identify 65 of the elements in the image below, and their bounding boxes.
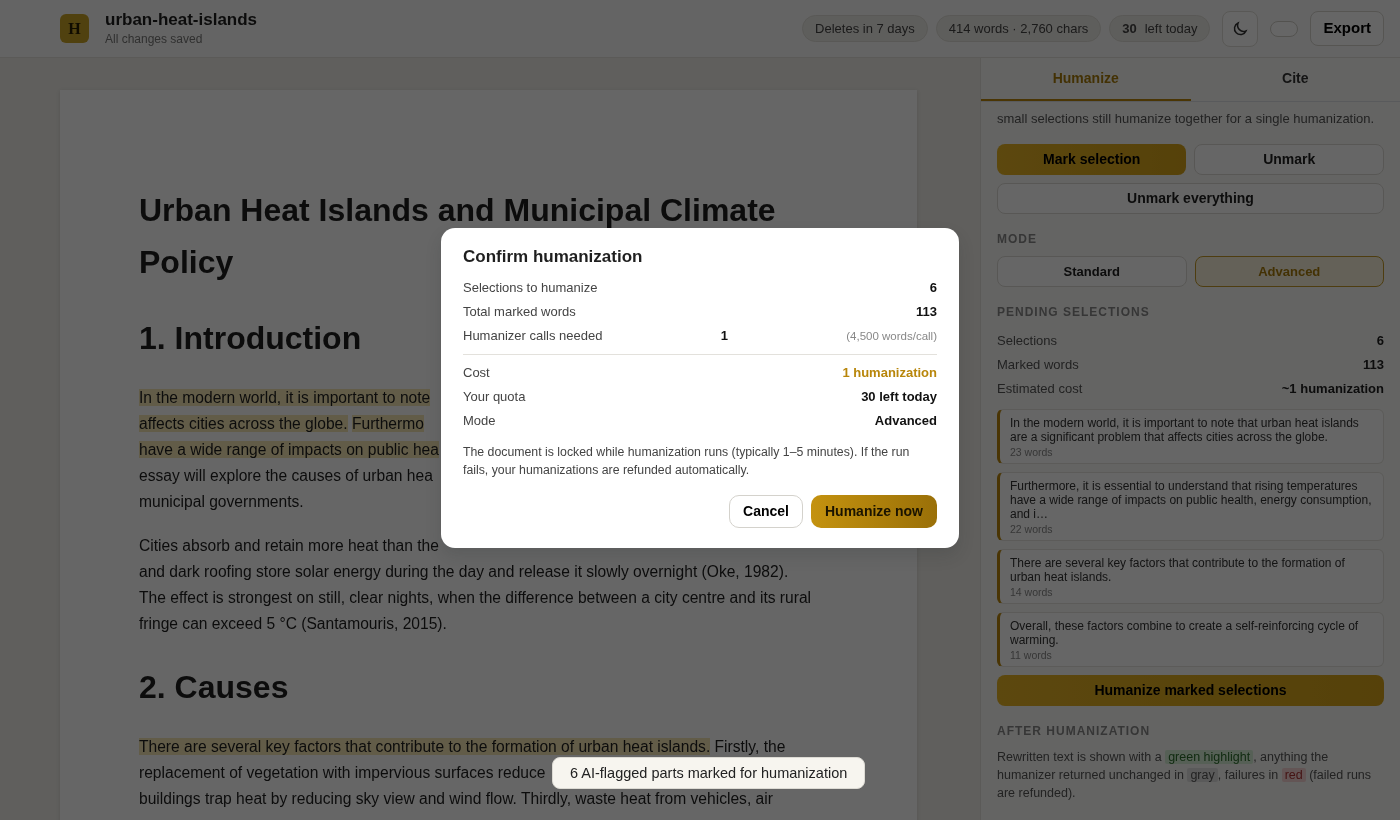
sidebar-tab[interactable]: Humanize	[981, 58, 1191, 101]
theme-toggle-button[interactable]	[1222, 10, 1259, 47]
body-text: The effect is strongest on still, clear nights, when the difference between a city centre and its rural	[139, 589, 812, 606]
body-text: essay will explore the causes of urban hea	[139, 467, 433, 484]
humanize-now-button[interactable]: Humanize now	[811, 495, 937, 528]
selection-text: Furthermore, it is essential to understand that rising temperatures have a wide range of impacts on public health, energy consumption, and i…	[1010, 479, 1373, 521]
body-text: buildings trap heat by reducing sky view and wind flow.	[139, 790, 517, 807]
dialog-value: 1 humanization	[842, 364, 937, 382]
mode-option[interactable]: Advanced	[1194, 256, 1384, 287]
unmark-button[interactable]: Unmark	[1194, 144, 1384, 175]
dialog-label: Your quota	[463, 388, 526, 406]
document-title: urban-heat-islands	[105, 9, 258, 30]
unmark-all-button[interactable]: Unmark everything	[997, 183, 1384, 214]
moon-icon	[1231, 19, 1250, 38]
section-heading: 2. Causes	[139, 668, 289, 707]
body-text: Firstly, the	[714, 738, 786, 755]
stat-label: Selections	[997, 332, 1057, 350]
stat-value: 113	[1363, 356, 1384, 374]
stat-label: Marked words	[997, 356, 1079, 374]
dialog-label: Total marked words	[463, 303, 576, 321]
highlighted-text: affects cities across the globe.	[139, 415, 348, 432]
document-title-line: Urban Heat Islands and Municipal Climate	[139, 191, 776, 230]
dialog-value: Advanced	[874, 412, 937, 430]
body-text: replacement of vegetation with impervious surfaces reduce	[139, 764, 546, 781]
sidebar-tab[interactable]: Cite	[1190, 58, 1400, 101]
dialog-label: Selections to humanize	[463, 279, 598, 297]
dialog-title: Confirm humanization	[463, 246, 644, 268]
selection-text: In the modern world, it is important to note that urban heat islands are a significant problem that affects cities across the globe.	[1010, 416, 1360, 444]
body-text: municipal governments.	[139, 493, 304, 510]
dialog-value: 30 left today	[861, 388, 937, 406]
body-text: and dark roofing store solar energy during the day and release it slowly overnight (Oke, 1982).	[139, 563, 789, 580]
dialog-value: 6	[929, 279, 937, 297]
mode-option[interactable]: Standard	[997, 256, 1187, 287]
highlighted-text: In the modern world, it is important to note	[139, 389, 431, 406]
document-title-line: Policy	[139, 243, 234, 282]
highlighted-text: There are several key factors that contribute to the formation of urban heat islands.	[139, 738, 711, 755]
quota-chip: 30 left today	[1109, 14, 1211, 43]
app-logo: H	[60, 14, 89, 43]
selection-text: Overall, these factors combine to create a self-reinforcing cycle of warming.	[1010, 619, 1360, 647]
legend-text: Rewritten text is shown with a green highlight , anything the humanizer returned unchanged in gray , failures in red (failed runs are refunded).	[997, 749, 1373, 802]
body-text: Cities absorb and retain more heat than the	[139, 537, 439, 554]
info-chip: Deletes in 7 days	[802, 14, 928, 43]
stat-label: Estimated cost	[997, 380, 1083, 398]
highlighted-text: have a wide range of impacts on public hea	[139, 441, 439, 458]
humanize-marked-button[interactable]: Humanize marked selections	[997, 675, 1384, 706]
dialog-note: (4,500 words/call)	[846, 329, 937, 344]
stat-value: ~1 humanization	[1281, 380, 1384, 398]
mark-selection-button[interactable]: Mark selection	[997, 144, 1187, 175]
cancel-button[interactable]: Cancel	[729, 495, 803, 528]
dialog-label: Cost	[463, 364, 490, 382]
stat-value: 6	[1376, 332, 1384, 350]
dialog-value: 1	[720, 327, 728, 345]
dialog-label: Mode	[463, 412, 496, 430]
dialog-value: 113	[916, 303, 937, 321]
highlighted-text: Furthermo	[351, 415, 424, 432]
toast-notification: 6 AI-flagged parts marked for humanization	[552, 757, 866, 789]
dialog-label: Humanizer calls needed	[463, 327, 603, 345]
export-button[interactable]: Export	[1310, 11, 1384, 46]
info-chip: 414 words · 2,760 chars	[935, 14, 1102, 43]
body-text: Thirdly, waste heat from vehicles, air	[521, 790, 773, 807]
body-text: fringe can exceed 5 °C (Santamouris, 2015).	[139, 615, 447, 632]
selection-text: There are several key factors that contribute to the formation of urban heat islands.	[1010, 556, 1346, 584]
dialog-notice: The document is locked while humanization runs (typically 1–5 minutes). If the run fails, your humanizations are refunded automatically.	[463, 444, 911, 479]
intro-text: small selections still humanize together for a single humanization.	[997, 110, 1376, 128]
section-heading: 1. Introduction	[139, 319, 362, 358]
